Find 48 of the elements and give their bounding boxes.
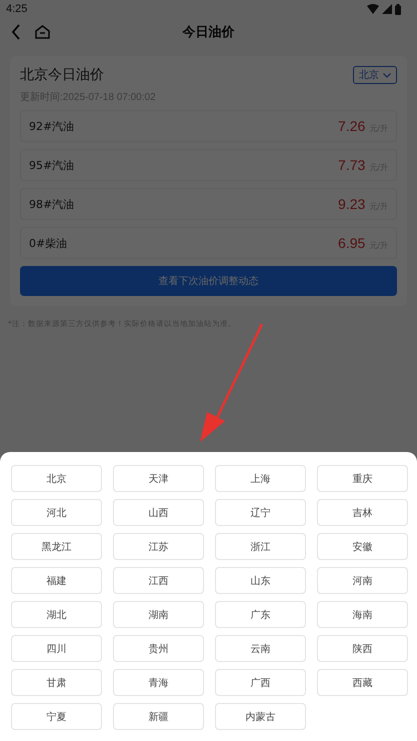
province-button[interactable]: 湖北 — [11, 601, 102, 628]
status-time: 4:25 — [6, 3, 28, 15]
wifi-icon — [367, 4, 379, 14]
province-button[interactable]: 西藏 — [317, 669, 408, 696]
province-button[interactable]: 天津 — [113, 465, 204, 492]
fuel-price: 6.95 — [338, 235, 366, 251]
card-title: 北京今日油价 — [20, 66, 104, 84]
fuel-price: 7.73 — [338, 157, 366, 173]
province-button[interactable]: 新疆 — [113, 703, 204, 730]
province-button[interactable]: 四川 — [11, 635, 102, 662]
fuel-name: 92#汽油 — [29, 118, 74, 134]
province-button[interactable]: 内蒙古 — [215, 703, 306, 730]
province-button[interactable]: 宁夏 — [11, 703, 102, 730]
province-button[interactable]: 上海 — [215, 465, 306, 492]
signal-icon — [382, 4, 392, 14]
province-button[interactable]: 重庆 — [317, 465, 408, 492]
fuel-price: 9.23 — [338, 196, 366, 212]
province-button[interactable]: 海南 — [317, 601, 408, 628]
province-button[interactable]: 广东 — [215, 601, 306, 628]
province-button[interactable]: 江西 — [113, 567, 204, 594]
province-button[interactable]: 福建 — [11, 567, 102, 594]
province-button[interactable]: 贵州 — [113, 635, 204, 662]
province-button[interactable]: 黑龙江 — [11, 533, 102, 560]
battery-icon — [395, 4, 401, 14]
home-icon[interactable] — [35, 25, 50, 39]
province-button[interactable]: 江苏 — [113, 533, 204, 560]
province-button[interactable]: 山西 — [113, 499, 204, 526]
province-button[interactable]: 北京 — [11, 465, 102, 492]
province-button[interactable]: 甘肃 — [11, 669, 102, 696]
province-button[interactable]: 浙江 — [215, 533, 306, 560]
fuel-name: 95#汽油 — [29, 158, 74, 172]
province-button[interactable]: 吉林 — [317, 499, 408, 526]
province-button[interactable]: 河北 — [11, 499, 102, 526]
fuel-price: 7.26 — [338, 118, 366, 134]
page-title: 今日油价 — [181, 24, 236, 41]
province-button[interactable]: 山东 — [215, 567, 306, 594]
province-button[interactable]: 云南 — [215, 635, 306, 662]
fuel-name: 0#柴油 — [29, 236, 68, 250]
province-button[interactable]: 河南 — [317, 567, 408, 594]
fuel-name: 98#汽油 — [29, 196, 74, 212]
province-button[interactable]: 广西 — [215, 669, 306, 696]
province-button[interactable]: 安徽 — [317, 533, 408, 560]
chevron-down-icon — [383, 72, 391, 78]
province-button[interactable]: 青海 — [113, 669, 204, 696]
province-button[interactable]: 辽宁 — [215, 499, 306, 526]
province-button[interactable]: 陕西 — [317, 635, 408, 662]
province-button[interactable]: 湖南 — [113, 601, 204, 628]
back-icon[interactable] — [11, 24, 21, 40]
